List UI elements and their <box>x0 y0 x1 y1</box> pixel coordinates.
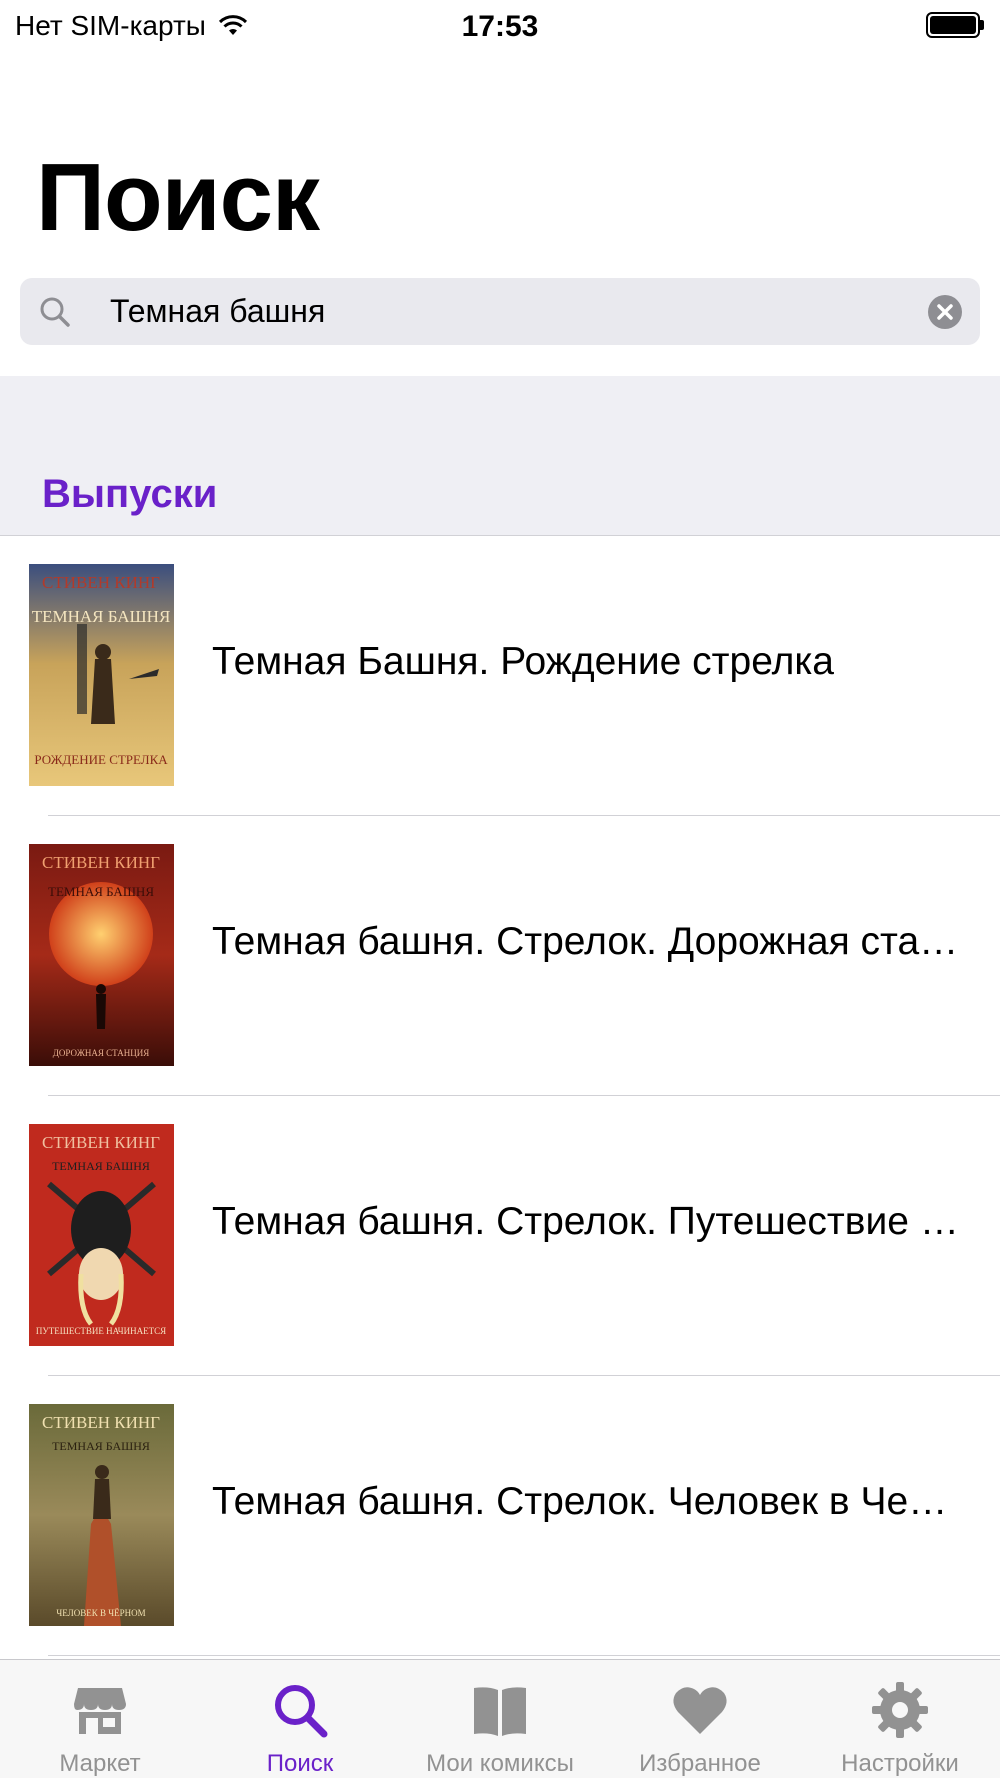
tab-label: Избранное <box>639 1750 761 1777</box>
battery-icon <box>926 12 984 38</box>
svg-text:РОЖДЕНИЕ СТРЕЛКА: РОЖДЕНИЕ СТРЕЛКА <box>34 752 168 767</box>
search-input[interactable] <box>90 278 920 345</box>
comic-cover-image: СТИВЕН КИНГ ТЕМНАЯ БАШНЯ ПУТЕШЕСТВИЕ НАЧ… <box>29 1124 174 1346</box>
tab-favorites[interactable]: Избранное <box>600 1660 800 1778</box>
svg-text:СТИВЕН КИНГ: СТИВЕН КИНГ <box>42 853 160 872</box>
svg-text:ТЕМНАЯ БАШНЯ: ТЕМНАЯ БАШНЯ <box>48 884 154 899</box>
search-icon <box>40 297 70 327</box>
book-icon <box>474 1687 526 1736</box>
svg-text:СТИВЕН КИНГ: СТИВЕН КИНГ <box>42 573 160 592</box>
svg-text:ПУТЕШЕСТВИЕ НАЧИНАЕТСЯ: ПУТЕШЕСТВИЕ НАЧИНАЕТСЯ <box>36 1326 166 1336</box>
svg-text:ДОРОЖНАЯ СТАНЦИЯ: ДОРОЖНАЯ СТАНЦИЯ <box>53 1048 149 1058</box>
comic-cover-image: СТИВЕН КИНГ ТЕМНАЯ БАШНЯ РОЖДЕНИЕ СТРЕЛК… <box>29 564 174 786</box>
svg-text:ЧЕЛОВЕК В ЧЁРНОМ: ЧЕЛОВЕК В ЧЁРНОМ <box>56 1608 145 1618</box>
tab-market[interactable]: Маркет <box>0 1660 200 1778</box>
section-header-issues: Выпуски <box>42 472 218 516</box>
search-screen: Нет SIM-карты 17:53 Поиск В <box>0 0 1000 1778</box>
list-item[interactable]: СТИВЕН КИНГ ТЕМНАЯ БАШНЯ ДОРОЖНАЯ СТАНЦИ… <box>0 816 1000 1096</box>
svg-text:СТИВЕН КИНГ: СТИВЕН КИНГ <box>42 1133 160 1152</box>
svg-text:ТЕМНАЯ БАШНЯ: ТЕМНАЯ БАШНЯ <box>52 1159 150 1173</box>
results-list: СТИВЕН КИНГ ТЕМНАЯ БАШНЯ РОЖДЕНИЕ СТРЕЛК… <box>0 536 1000 1656</box>
tab-my-comics[interactable]: Мои комиксы <box>400 1660 600 1778</box>
store-icon <box>74 1688 126 1734</box>
divider <box>48 1655 1000 1656</box>
page-title: Поиск <box>36 144 320 251</box>
search-icon <box>275 1685 328 1738</box>
list-item-title: Темная Башня. Рождение стрелка <box>212 640 834 683</box>
tab-search[interactable]: Поиск <box>200 1660 400 1778</box>
search-bar[interactable] <box>20 278 980 345</box>
tab-label: Настройки <box>841 1750 959 1777</box>
list-item[interactable]: СТИВЕН КИНГ ТЕМНАЯ БАШНЯ РОЖДЕНИЕ СТРЕЛК… <box>0 536 1000 816</box>
list-item-title: Темная башня. Стрелок. Путешествие начин… <box>212 1200 968 1243</box>
tab-label: Мои комиксы <box>426 1750 574 1777</box>
clock: 17:53 <box>461 10 539 43</box>
tab-label: Поиск <box>266 1750 334 1777</box>
tab-label: Маркет <box>59 1750 141 1777</box>
svg-text:СТИВЕН КИНГ: СТИВЕН КИНГ <box>42 1413 160 1432</box>
comic-cover-image: СТИВЕН КИНГ ТЕМНАЯ БАШНЯ ДОРОЖНАЯ СТАНЦИ… <box>29 844 174 1066</box>
tab-bar: Маркет Поиск Мои комиксы Избранное Настр… <box>0 1659 1000 1778</box>
svg-text:ТЕМНАЯ БАШНЯ: ТЕМНАЯ БАШНЯ <box>52 1439 150 1453</box>
list-item-title: Темная башня. Стрелок. Дорожная станция <box>212 920 968 963</box>
list-item[interactable]: СТИВЕН КИНГ ТЕМНАЯ БАШНЯ ЧЕЛОВЕК В ЧЁРНО… <box>0 1376 1000 1656</box>
comic-cover-image: СТИВЕН КИНГ ТЕМНАЯ БАШНЯ ЧЕЛОВЕК В ЧЁРНО… <box>29 1404 174 1626</box>
close-icon <box>937 304 953 320</box>
tab-settings[interactable]: Настройки <box>800 1660 1000 1778</box>
gear-icon <box>872 1682 928 1738</box>
heart-icon <box>673 1687 727 1734</box>
list-item[interactable]: СТИВЕН КИНГ ТЕМНАЯ БАШНЯ ПУТЕШЕСТВИЕ НАЧ… <box>0 1096 1000 1376</box>
svg-text:ТЕМНАЯ БАШНЯ: ТЕМНАЯ БАШНЯ <box>32 607 171 626</box>
clear-search-button[interactable] <box>928 295 962 329</box>
list-item-title: Темная башня. Стрелок. Человек в Черном <box>212 1480 968 1523</box>
status-bar: Нет SIM-карты 17:53 <box>0 0 1000 50</box>
